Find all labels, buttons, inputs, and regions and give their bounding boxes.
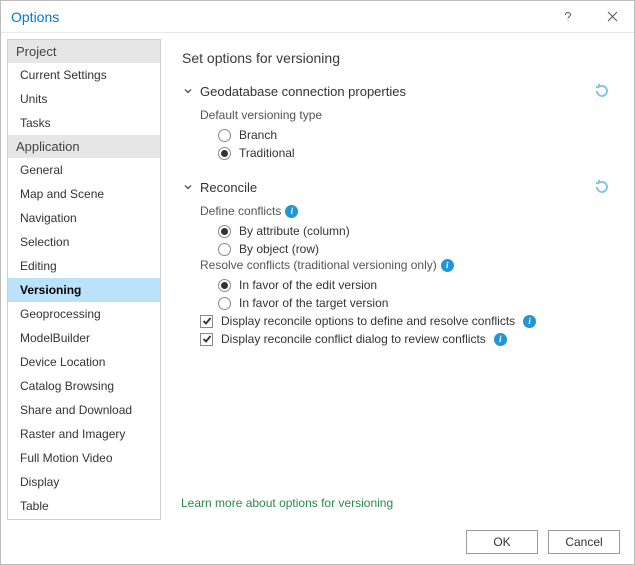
- checkbox-icon: [200, 333, 213, 346]
- radio-traditional[interactable]: Traditional: [218, 144, 617, 162]
- radio-by-attribute[interactable]: By attribute (column): [218, 222, 617, 240]
- label-text: Resolve conflicts (traditional versionin…: [200, 258, 437, 272]
- checkbox-display-dialog[interactable]: Display reconcile conflict dialog to rev…: [200, 330, 617, 348]
- default-versioning-type-label: Default versioning type: [200, 108, 617, 122]
- sidebar-item-map-and-scene[interactable]: Map and Scene: [8, 182, 160, 206]
- sidebar-item-geoprocessing[interactable]: Geoprocessing: [8, 302, 160, 326]
- sidebar-item-current-settings[interactable]: Current Settings: [8, 63, 160, 87]
- section-header-reconcile[interactable]: Reconcile: [182, 176, 617, 198]
- label-text: Define conflicts: [200, 204, 281, 218]
- info-icon[interactable]: i: [441, 259, 454, 272]
- radio-label: Traditional: [239, 146, 295, 160]
- radio-icon: [218, 243, 231, 256]
- checkbox-label: Display reconcile conflict dialog to rev…: [221, 332, 486, 346]
- sidebar-item-general[interactable]: General: [8, 158, 160, 182]
- radio-label: By object (row): [239, 242, 319, 256]
- radio-label: Branch: [239, 128, 277, 142]
- sidebar-item-table[interactable]: Table: [8, 494, 160, 518]
- section-geodatabase: Geodatabase connection properties Defaul…: [182, 80, 617, 162]
- sidebar-item-display[interactable]: Display: [8, 470, 160, 494]
- radio-branch[interactable]: Branch: [218, 126, 617, 144]
- resolve-conflicts-label: Resolve conflicts (traditional versionin…: [200, 258, 617, 272]
- sidebar-item-full-motion-video[interactable]: Full Motion Video: [8, 446, 160, 470]
- info-icon[interactable]: i: [285, 205, 298, 218]
- section-reconcile: Reconcile Define conflicts i By attribut…: [182, 176, 617, 348]
- sidebar-item-editing[interactable]: Editing: [8, 254, 160, 278]
- section-header-geodatabase[interactable]: Geodatabase connection properties: [182, 80, 617, 102]
- sidebar-item-units[interactable]: Units: [8, 87, 160, 111]
- dialog-footer: OK Cancel: [1, 520, 634, 564]
- sidebar-item-navigation[interactable]: Navigation: [8, 206, 160, 230]
- radio-favor-edit[interactable]: In favor of the edit version: [218, 276, 617, 294]
- ok-button[interactable]: OK: [466, 530, 538, 554]
- radio-icon: [218, 279, 231, 292]
- page-title: Set options for versioning: [182, 50, 617, 66]
- section-title: Geodatabase connection properties: [200, 84, 591, 99]
- checkbox-icon: [200, 315, 213, 328]
- dialog-body: ProjectCurrent SettingsUnitsTasksApplica…: [1, 33, 634, 520]
- radio-icon: [218, 225, 231, 238]
- sidebar-item-layout[interactable]: Layout: [8, 518, 160, 520]
- cancel-button[interactable]: Cancel: [548, 530, 620, 554]
- sidebar-item-selection[interactable]: Selection: [8, 230, 160, 254]
- reset-geodatabase-button[interactable]: [591, 80, 613, 102]
- category-sidebar[interactable]: ProjectCurrent SettingsUnitsTasksApplica…: [7, 39, 161, 520]
- options-dialog: Options ProjectCurrent SettingsUnitsTask…: [0, 0, 635, 565]
- radio-label: In favor of the target version: [239, 296, 388, 310]
- content-pane: Set options for versioning Geodatabase c…: [161, 39, 628, 520]
- radio-label: By attribute (column): [239, 224, 350, 238]
- sidebar-item-catalog-browsing[interactable]: Catalog Browsing: [8, 374, 160, 398]
- sidebar-item-tasks[interactable]: Tasks: [8, 111, 160, 135]
- sidebar-group-header[interactable]: Project: [8, 40, 160, 63]
- checkbox-label: Display reconcile options to define and …: [221, 314, 515, 328]
- sidebar-item-versioning[interactable]: Versioning: [8, 278, 160, 302]
- chevron-down-icon: [182, 181, 194, 193]
- close-button[interactable]: [590, 1, 634, 33]
- radio-label: In favor of the edit version: [239, 278, 377, 292]
- section-title: Reconcile: [200, 180, 591, 195]
- checkbox-display-options[interactable]: Display reconcile options to define and …: [200, 312, 617, 330]
- radio-by-object[interactable]: By object (row): [218, 240, 617, 258]
- sidebar-item-share-and-download[interactable]: Share and Download: [8, 398, 160, 422]
- radio-icon: [218, 129, 231, 142]
- radio-icon: [218, 297, 231, 310]
- sidebar-item-device-location[interactable]: Device Location: [8, 350, 160, 374]
- sidebar-item-modelbuilder[interactable]: ModelBuilder: [8, 326, 160, 350]
- titlebar: Options: [1, 1, 634, 33]
- info-icon[interactable]: i: [494, 333, 507, 346]
- info-icon[interactable]: i: [523, 315, 536, 328]
- reset-reconcile-button[interactable]: [591, 176, 613, 198]
- learn-more-link[interactable]: Learn more about options for versioning: [181, 496, 618, 510]
- window-title: Options: [11, 9, 546, 25]
- radio-favor-target[interactable]: In favor of the target version: [218, 294, 617, 312]
- content-scroll: Set options for versioning Geodatabase c…: [181, 45, 618, 482]
- radio-icon: [218, 147, 231, 160]
- chevron-down-icon: [182, 85, 194, 97]
- define-conflicts-label: Define conflicts i: [200, 204, 617, 218]
- sidebar-item-raster-and-imagery[interactable]: Raster and Imagery: [8, 422, 160, 446]
- sidebar-group-header[interactable]: Application: [8, 135, 160, 158]
- help-button[interactable]: [546, 1, 590, 33]
